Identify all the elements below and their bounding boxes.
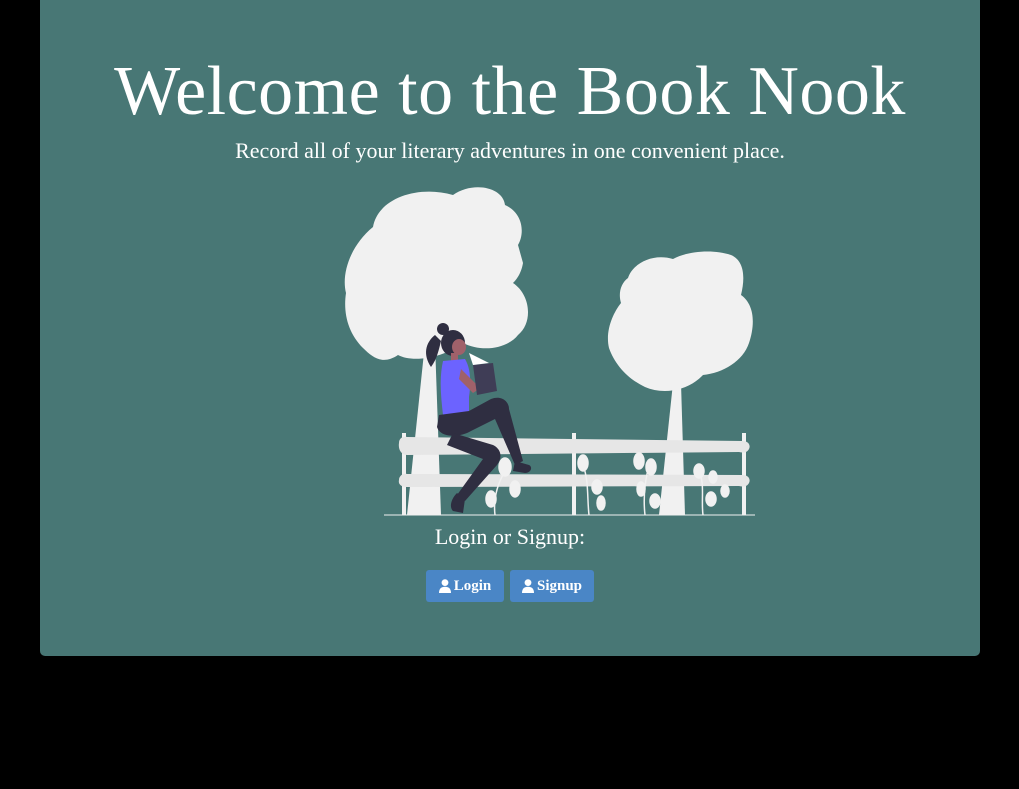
welcome-card: Welcome to the Book Nook Record all of y… <box>40 0 980 656</box>
page-title: Welcome to the Book Nook <box>114 53 906 130</box>
signup-button-label: Signup <box>536 577 583 594</box>
auth-heading: Login or Signup: <box>434 524 586 549</box>
signup-button[interactable]: Signup <box>510 570 594 602</box>
auth-buttons: Login Signup <box>40 570 980 602</box>
left-tree-trunk <box>407 343 441 515</box>
login-button[interactable]: Login <box>426 570 504 602</box>
right-tree-canopy <box>607 251 753 391</box>
page-subtitle: Record all of your literary adventures i… <box>235 138 785 163</box>
user-icon <box>521 579 534 593</box>
user-icon <box>438 579 451 593</box>
left-tree-canopy <box>344 187 529 360</box>
login-button-label: Login <box>453 577 492 594</box>
woman-reading-illustration <box>344 187 755 516</box>
